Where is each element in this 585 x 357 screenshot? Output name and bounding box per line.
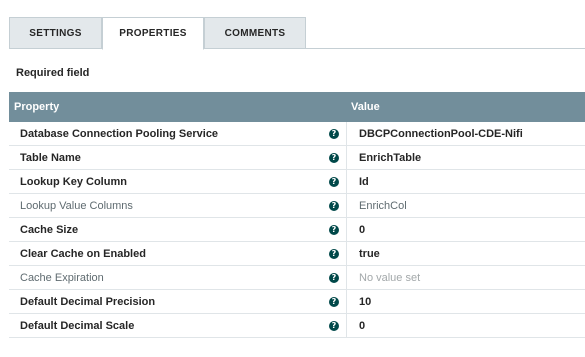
required-field-label: Required field [16,67,90,79]
question-circle-icon[interactable]: ? [329,153,339,163]
property-name: Lookup Key Column [20,176,127,188]
property-name: Table Name [20,152,81,164]
property-value[interactable]: 0 [359,320,365,332]
column-divider [346,266,347,289]
table-row[interactable]: Lookup Value Columns? EnrichCol [9,194,585,218]
column-divider [346,194,347,217]
column-divider [346,122,347,145]
question-circle-icon[interactable]: ? [329,225,339,235]
table-row[interactable]: Cache Expiration? No value set [9,266,585,290]
question-circle-icon[interactable]: ? [329,321,339,331]
tab-bar: SETTINGS PROPERTIES COMMENTS [9,17,585,50]
property-name: Default Decimal Precision [20,296,156,308]
table-row[interactable]: Default Decimal Precision? 10 [9,290,585,314]
properties-table: Property Value Database Connection Pooli… [9,92,585,338]
column-divider [346,146,347,169]
property-value[interactable]: 10 [359,296,371,308]
column-divider [346,242,347,265]
column-divider [346,290,347,313]
tab-properties[interactable]: PROPERTIES [102,17,204,50]
property-value[interactable]: EnrichTable [359,152,421,164]
property-value[interactable]: EnrichCol [359,200,407,212]
table-row[interactable]: Cache Size? 0 [9,218,585,242]
property-value[interactable]: Id [359,176,369,188]
question-circle-icon[interactable]: ? [329,297,339,307]
question-circle-icon[interactable]: ? [329,249,339,259]
question-circle-icon[interactable]: ? [329,129,339,139]
tab-comments[interactable]: COMMENTS [204,17,306,49]
property-name: Clear Cache on Enabled [20,248,146,260]
column-divider [346,314,347,337]
table-row[interactable]: Default Decimal Scale? 0 [9,314,585,338]
table-header: Property Value [9,92,585,122]
property-value[interactable]: No value set [359,272,420,284]
question-circle-icon[interactable]: ? [329,273,339,283]
table-row[interactable]: Table Name? EnrichTable [9,146,585,170]
property-name: Lookup Value Columns [20,200,133,212]
property-name: Database Connection Pooling Service [20,128,219,140]
header-property[interactable]: Property [14,101,59,113]
question-circle-icon[interactable]: ? [329,177,339,187]
column-divider [346,218,347,241]
property-name: Default Decimal Scale [20,320,135,332]
property-name: Cache Size [20,224,79,236]
table-row[interactable]: Clear Cache on Enabled? true [9,242,585,266]
property-value[interactable]: DBCPConnectionPool-CDE-Nifi [359,128,523,140]
table-body: Database Connection Pooling Service? DBCP… [9,122,585,338]
tab-settings[interactable]: SETTINGS [9,17,102,49]
property-value[interactable]: true [359,248,380,260]
header-value[interactable]: Value [351,101,380,113]
question-circle-icon[interactable]: ? [329,201,339,211]
table-row[interactable]: Lookup Key Column? Id [9,170,585,194]
property-value[interactable]: 0 [359,224,365,236]
property-name: Cache Expiration [20,272,104,284]
table-row[interactable]: Database Connection Pooling Service? DBCP… [9,122,585,146]
column-divider [346,170,347,193]
